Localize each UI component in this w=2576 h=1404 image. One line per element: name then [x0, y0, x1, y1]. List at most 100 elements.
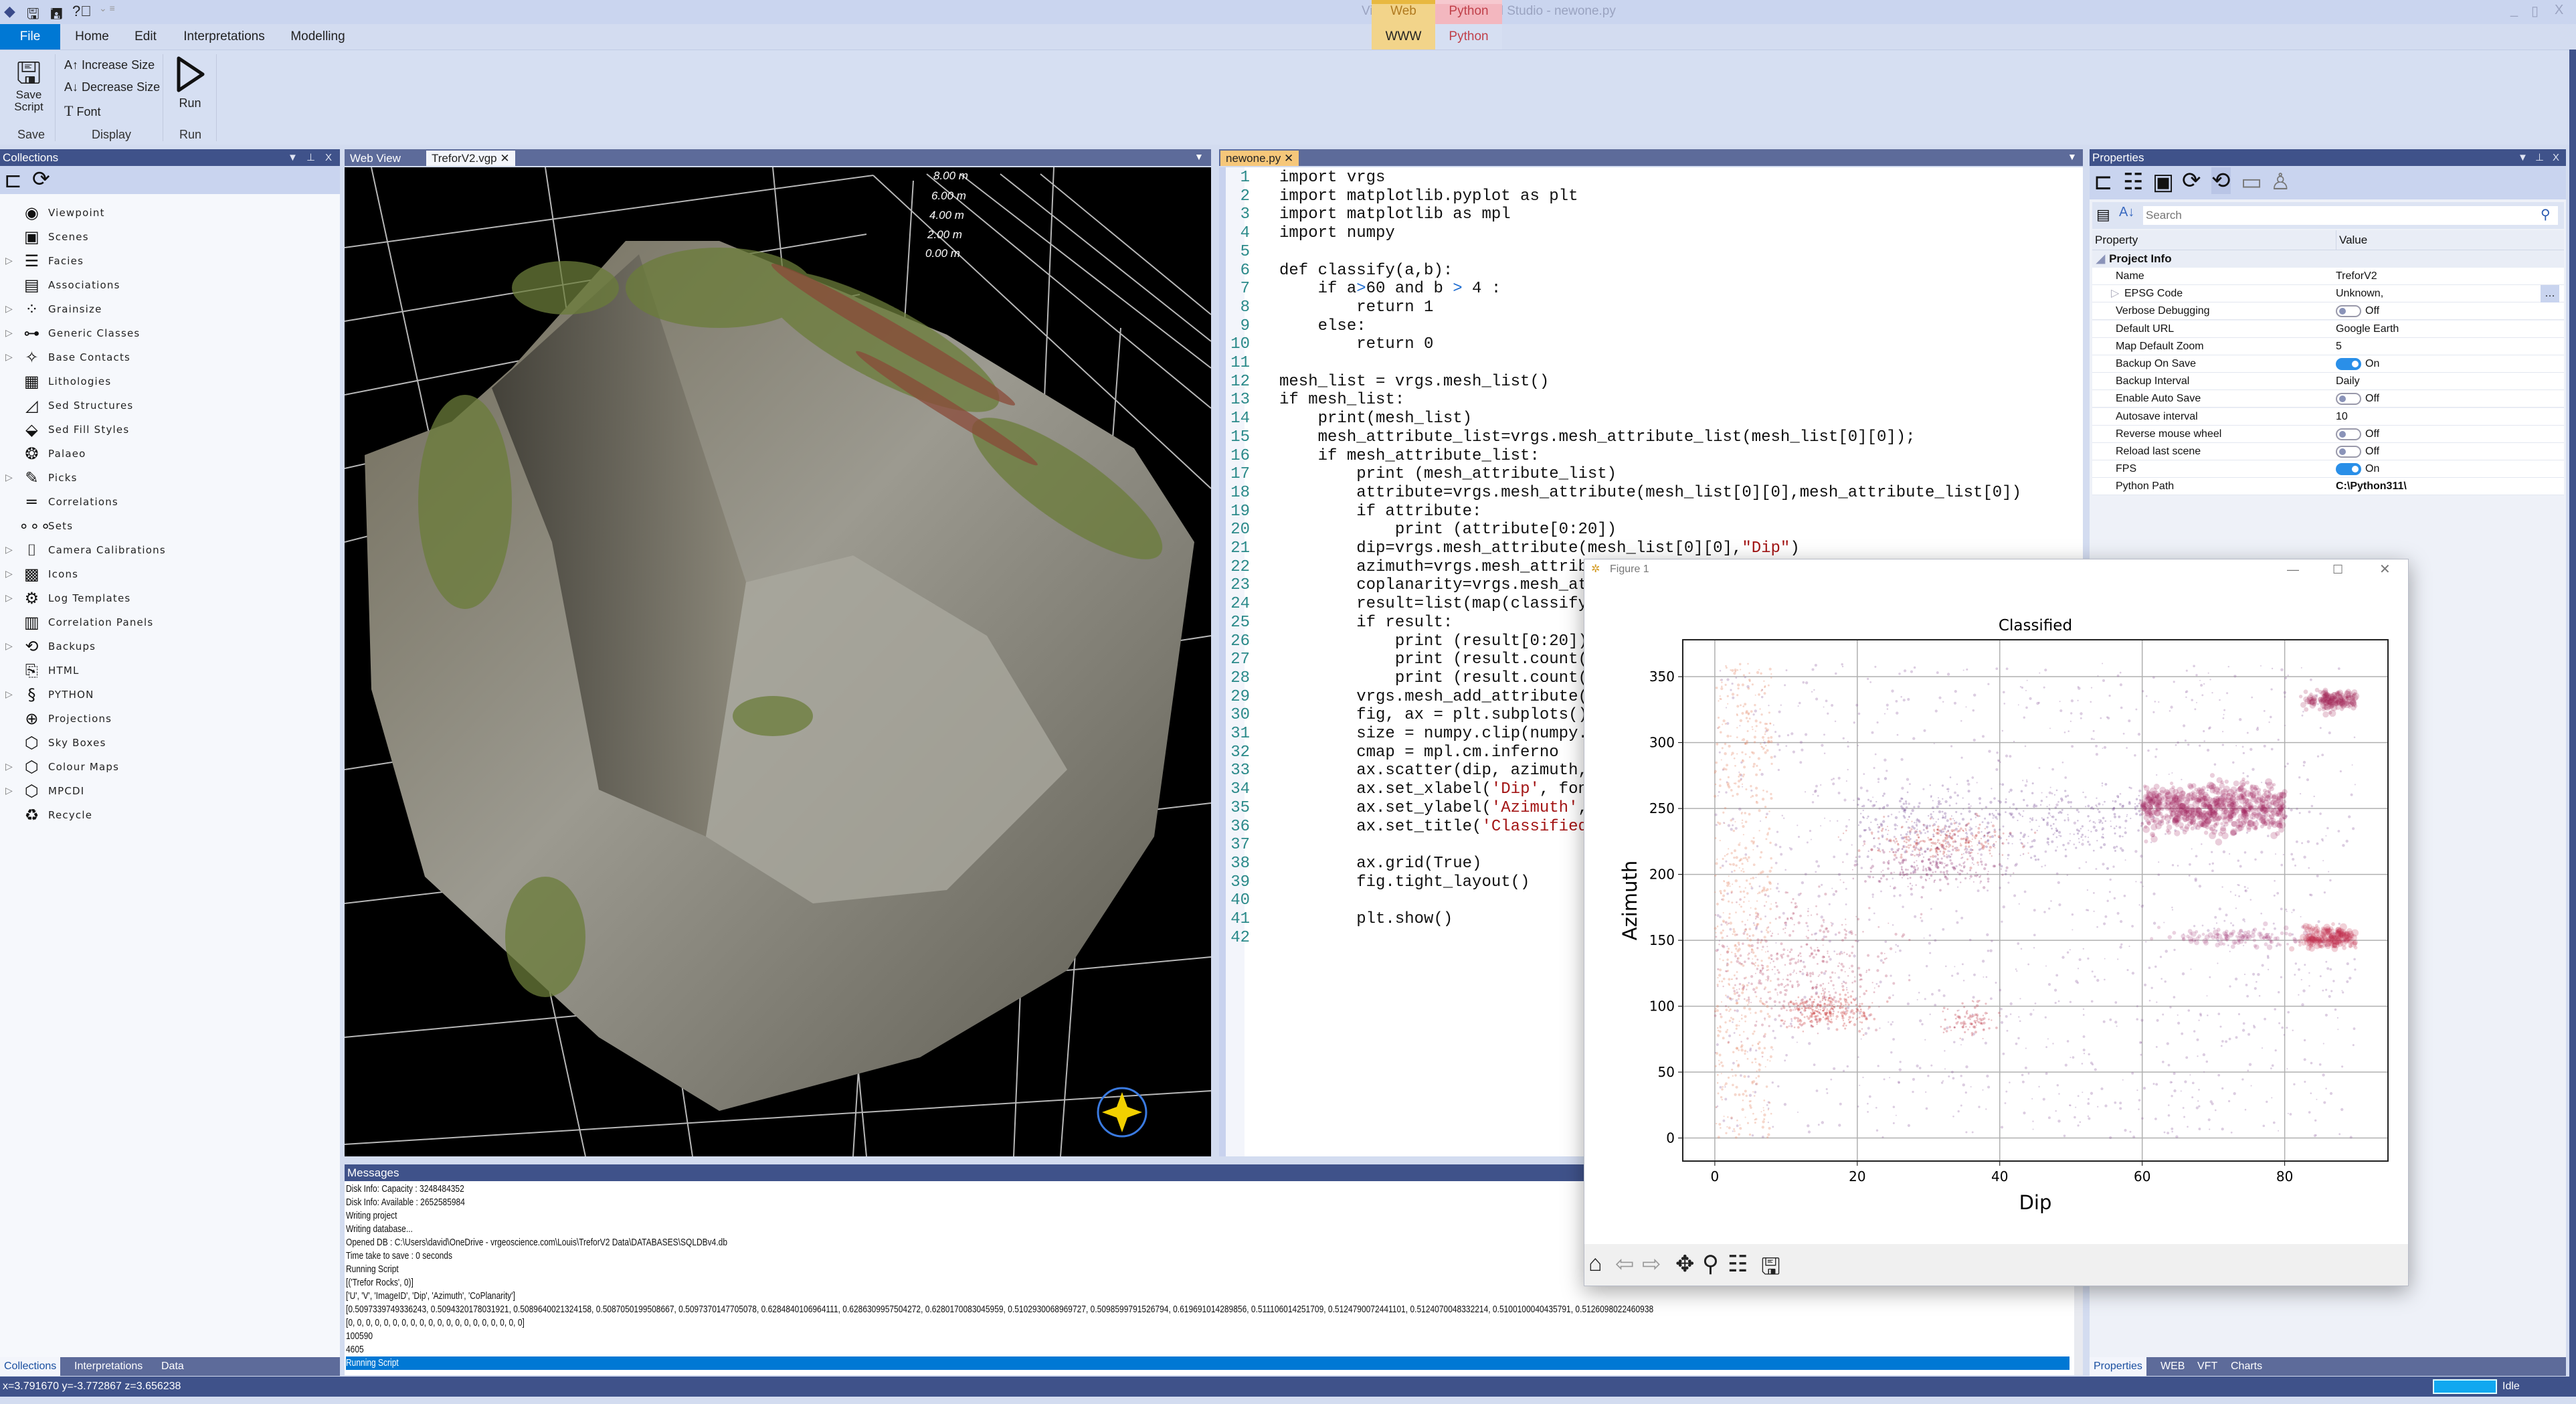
- collection-item[interactable]: ⎘ HTML: [0, 659, 340, 683]
- decrease-size-button[interactable]: A↓ Decrease Size: [64, 80, 160, 94]
- message-line[interactable]: Disk Info: Available : 2652585984: [346, 1196, 465, 1209]
- tab-edit[interactable]: Edit: [124, 24, 167, 50]
- collection-item[interactable]: ▦ Lithologies: [0, 369, 340, 393]
- close-panel-icon[interactable]: X: [325, 149, 332, 166]
- code-line[interactable]: 15 mesh_attribute_list=vrgs.mesh_attribu…: [1226, 428, 1915, 447]
- tab-python[interactable]: Python: [1435, 24, 1502, 50]
- message-line[interactable]: 4605: [346, 1343, 364, 1356]
- collection-item[interactable]: ▷ ✧ Base Contacts: [0, 345, 340, 369]
- property-row[interactable]: Name TreforV2: [2092, 268, 2564, 285]
- close-tab-icon[interactable]: ✕: [500, 152, 509, 165]
- collection-item[interactable]: ▷ ⌷ Camera Calibrations: [0, 538, 340, 562]
- bottom-tab-vft[interactable]: VFT: [2193, 1357, 2221, 1376]
- tab-trefor-vgp[interactable]: TreforV2.vgp ✕: [426, 151, 515, 166]
- maximize-button[interactable]: ▯: [2531, 3, 2539, 19]
- collection-item[interactable]: ⬡ Sky Boxes: [0, 731, 340, 755]
- user-icon[interactable]: ♙: [2270, 169, 2290, 195]
- code-line[interactable]: 37: [1226, 836, 1279, 855]
- figure-minimize-button[interactable]: —: [2287, 559, 2299, 580]
- expand-icon[interactable]: ▷: [5, 321, 13, 345]
- code-line[interactable]: 8 return 1: [1226, 298, 1434, 317]
- code-line[interactable]: 13 if mesh_list:: [1226, 391, 1404, 410]
- code-line[interactable]: 19 if attribute:: [1226, 503, 1481, 521]
- increase-size-button[interactable]: A↑ Increase Size: [64, 58, 155, 72]
- expand-icon[interactable]: ▷: [5, 683, 13, 707]
- collection-item[interactable]: ▤ Associations: [0, 273, 340, 297]
- property-value[interactable]: On: [2336, 355, 2379, 373]
- collection-item[interactable]: ▷ § PYTHON: [0, 683, 340, 707]
- property-row[interactable]: Reverse mouse wheel Off: [2092, 425, 2564, 443]
- code-line[interactable]: 25 if result:: [1226, 614, 1453, 632]
- property-row[interactable]: Enable Auto Save Off: [2092, 390, 2564, 408]
- code-line[interactable]: 1 import vrgs: [1226, 169, 1386, 187]
- toggle-switch[interactable]: [2336, 462, 2361, 475]
- tab-list-dropdown-icon[interactable]: ▼: [2067, 151, 2077, 162]
- collection-item[interactable]: ⊕ Projections: [0, 707, 340, 731]
- toggle-switch[interactable]: [2336, 428, 2361, 440]
- window-scrollbar[interactable]: [2569, 50, 2576, 1377]
- toggle-switch[interactable]: [2336, 445, 2361, 458]
- message-line[interactable]: Writing database...: [346, 1223, 413, 1236]
- refresh-icon[interactable]: ⟳: [32, 166, 50, 191]
- sliders-icon[interactable]: ☷: [2123, 169, 2143, 195]
- collection-item[interactable]: ▷ ⬡ Colour Maps: [0, 755, 340, 779]
- expand-icon[interactable]: ▷: [5, 562, 13, 586]
- property-value[interactable]: Unknown,: [2336, 285, 2383, 302]
- figure-maximize-button[interactable]: ☐: [2332, 559, 2343, 580]
- category-project-info[interactable]: ◢ Project Info: [2092, 250, 2564, 268]
- panel-menu-icon[interactable]: ▼: [2518, 149, 2528, 166]
- tree-view-icon[interactable]: ⊏: [4, 167, 22, 193]
- property-value[interactable]: TreforV2: [2336, 268, 2377, 285]
- code-line[interactable]: 17 print (mesh_attribute_list): [1226, 465, 1617, 484]
- message-line[interactable]: Running Script: [346, 1263, 399, 1276]
- property-value[interactable]: Off: [2336, 390, 2379, 408]
- code-line[interactable]: 31 size = numpy.clip(numpy.: [1226, 725, 1588, 743]
- code-line[interactable]: 29 vrgs.mesh_add_attribute(: [1226, 688, 1588, 707]
- code-line[interactable]: 39 fig.tight_layout(): [1226, 873, 1530, 892]
- code-line[interactable]: 6 def classify(a,b):: [1226, 262, 1453, 280]
- code-line[interactable]: 35 ax.set_ylabel('Azimuth',: [1226, 799, 1588, 818]
- property-value[interactable]: 10: [2336, 408, 2348, 426]
- collection-item[interactable]: ▷ ⬡ MPCDI: [0, 779, 340, 803]
- expand-icon[interactable]: ▷: [2111, 285, 2119, 302]
- toggle-switch[interactable]: [2336, 357, 2361, 370]
- property-row[interactable]: Map Default Zoom 5: [2092, 337, 2564, 355]
- close-button[interactable]: X: [2555, 3, 2563, 18]
- code-line[interactable]: 30 fig, ax = plt.subplots(): [1226, 706, 1588, 725]
- code-line[interactable]: 16 if mesh_attribute_list:: [1226, 447, 1540, 466]
- property-value[interactable]: Google Earth: [2336, 321, 2399, 338]
- figure-close-button[interactable]: ✕: [2379, 559, 2391, 580]
- toggle-switch[interactable]: [2336, 305, 2361, 318]
- code-line[interactable]: 4 import numpy: [1226, 224, 1395, 243]
- collection-item[interactable]: ▥ Correlation Panels: [0, 610, 340, 634]
- collection-item[interactable]: ❂ Palaeo: [0, 442, 340, 466]
- expand-icon[interactable]: ▷: [5, 779, 13, 803]
- expand-icon[interactable]: ▷: [5, 634, 13, 659]
- expand-icon[interactable]: ▷: [5, 586, 13, 610]
- expand-icon[interactable]: ▷: [5, 466, 13, 490]
- sync-icon[interactable]: ⟲: [2211, 167, 2231, 194]
- property-value[interactable]: On: [2336, 460, 2379, 478]
- tab-interpretations[interactable]: Interpretations: [177, 24, 271, 50]
- sort-alpha-icon[interactable]: A↓: [2119, 205, 2134, 220]
- collection-item[interactable]: ▷ ⟲ Backups: [0, 634, 340, 659]
- panel-menu-icon[interactable]: ▼: [288, 149, 298, 166]
- code-line[interactable]: 3 import matplotlib as mpl: [1226, 205, 1511, 224]
- message-line[interactable]: Opened DB : C:\Users\david\OneDrive - vr…: [346, 1236, 727, 1249]
- collection-item[interactable]: ▷ ⁘ Grainsize: [0, 297, 340, 321]
- tab-file[interactable]: File: [0, 24, 60, 50]
- tab-www[interactable]: WWW: [1372, 24, 1435, 50]
- 3d-scene[interactable]: 8.00 m 6.00 m 4.00 m 2.00 m 0.00 m: [345, 167, 1211, 1156]
- code-line[interactable]: 27 print (result.count(: [1226, 650, 1588, 669]
- pin-icon[interactable]: ⊥: [306, 149, 315, 166]
- collection-item[interactable]: ▷ ⊶ Generic Classes: [0, 321, 340, 345]
- close-tab-icon[interactable]: ✕: [1284, 152, 1293, 165]
- expand-icon[interactable]: ▷: [5, 249, 13, 273]
- code-line[interactable]: 12 mesh_list = vrgs.mesh_list(): [1226, 373, 1549, 391]
- message-line[interactable]: [0.5097339749336243, 0.5094320178031921,…: [346, 1303, 1653, 1316]
- refresh-icon[interactable]: ⟳: [2182, 167, 2201, 194]
- message-line[interactable]: Running Script: [346, 1356, 2069, 1370]
- pin-icon[interactable]: ⊥: [2535, 149, 2544, 166]
- property-row[interactable]: FPS On: [2092, 460, 2564, 478]
- code-line[interactable]: 11: [1226, 354, 1279, 373]
